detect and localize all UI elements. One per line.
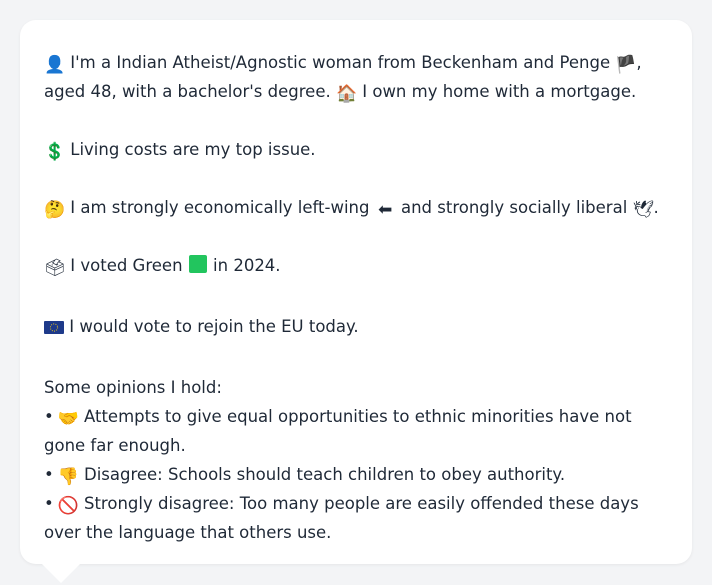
opinion-item: • 🤝 Attempts to give equal opportunities … (44, 402, 668, 460)
bubble-tail (40, 562, 82, 583)
chat-message-bubble: 👤 I'm a Indian Atheist/Agnostic woman fr… (20, 20, 692, 564)
dove-icon: 🕊 (632, 200, 655, 220)
home-text: I own my home with a mortgage. (362, 82, 637, 101)
dollar-icon: 💲 (44, 142, 66, 162)
opinion-item: • 🚫 Strongly disagree: Too many people ar… (44, 489, 668, 547)
ideology-text: I am strongly economically left-wing (70, 198, 370, 217)
opinion-item: • 👎 Disagree: Schools should teach childr… (44, 460, 668, 489)
eu-text: I would vote to rejoin the EU today. (69, 317, 359, 336)
handshake-icon: 🤝 (57, 409, 79, 429)
opinion-text: Disagree: Schools should teach children … (83, 465, 566, 484)
issue-line: 💲 Living costs are my top issue. (44, 135, 668, 164)
eu-flag-icon (44, 315, 64, 344)
thumbs-down-icon: 👎 (57, 467, 79, 487)
vote-text: I voted Green (70, 256, 183, 275)
eu-line: I would vote to rejoin the EU today. (44, 312, 668, 344)
ideology-text-end: . (653, 198, 659, 217)
left-arrow-icon: ⬅ (378, 200, 393, 220)
thinking-face-icon: 🤔 (44, 200, 66, 220)
green-square-icon (188, 254, 208, 283)
england-flag-icon: 🏴 (615, 55, 637, 75)
vote-text-continued: in 2024. (213, 256, 281, 275)
opinion-text: Attempts to give equal opportunities to … (44, 407, 632, 455)
opinion-text: Strongly disagree: Too many people are e… (44, 494, 639, 542)
ballot-box-icon: 🗳 (44, 258, 66, 278)
ideology-text-continued: and strongly socially liberal (400, 198, 628, 217)
ideology-line: 🤔 I am strongly economically left-wing ⬅… (44, 193, 668, 222)
person-icon: 👤 (44, 55, 66, 75)
bullet: • (44, 465, 54, 484)
intro-line: 👤 I'm a Indian Atheist/Agnostic woman fr… (44, 48, 668, 106)
intro-text: I'm a Indian Atheist/Agnostic woman from… (70, 53, 611, 72)
issue-text: Living costs are my top issue. (70, 140, 316, 159)
opinions-heading: Some opinions I hold: (44, 378, 222, 397)
house-icon: 🏠 (335, 84, 358, 104)
bullet: • (44, 407, 54, 426)
bullet: • (44, 494, 54, 513)
vote-line: 🗳 I voted Green in 2024. (44, 251, 668, 283)
prohibited-icon: 🚫 (57, 496, 79, 516)
